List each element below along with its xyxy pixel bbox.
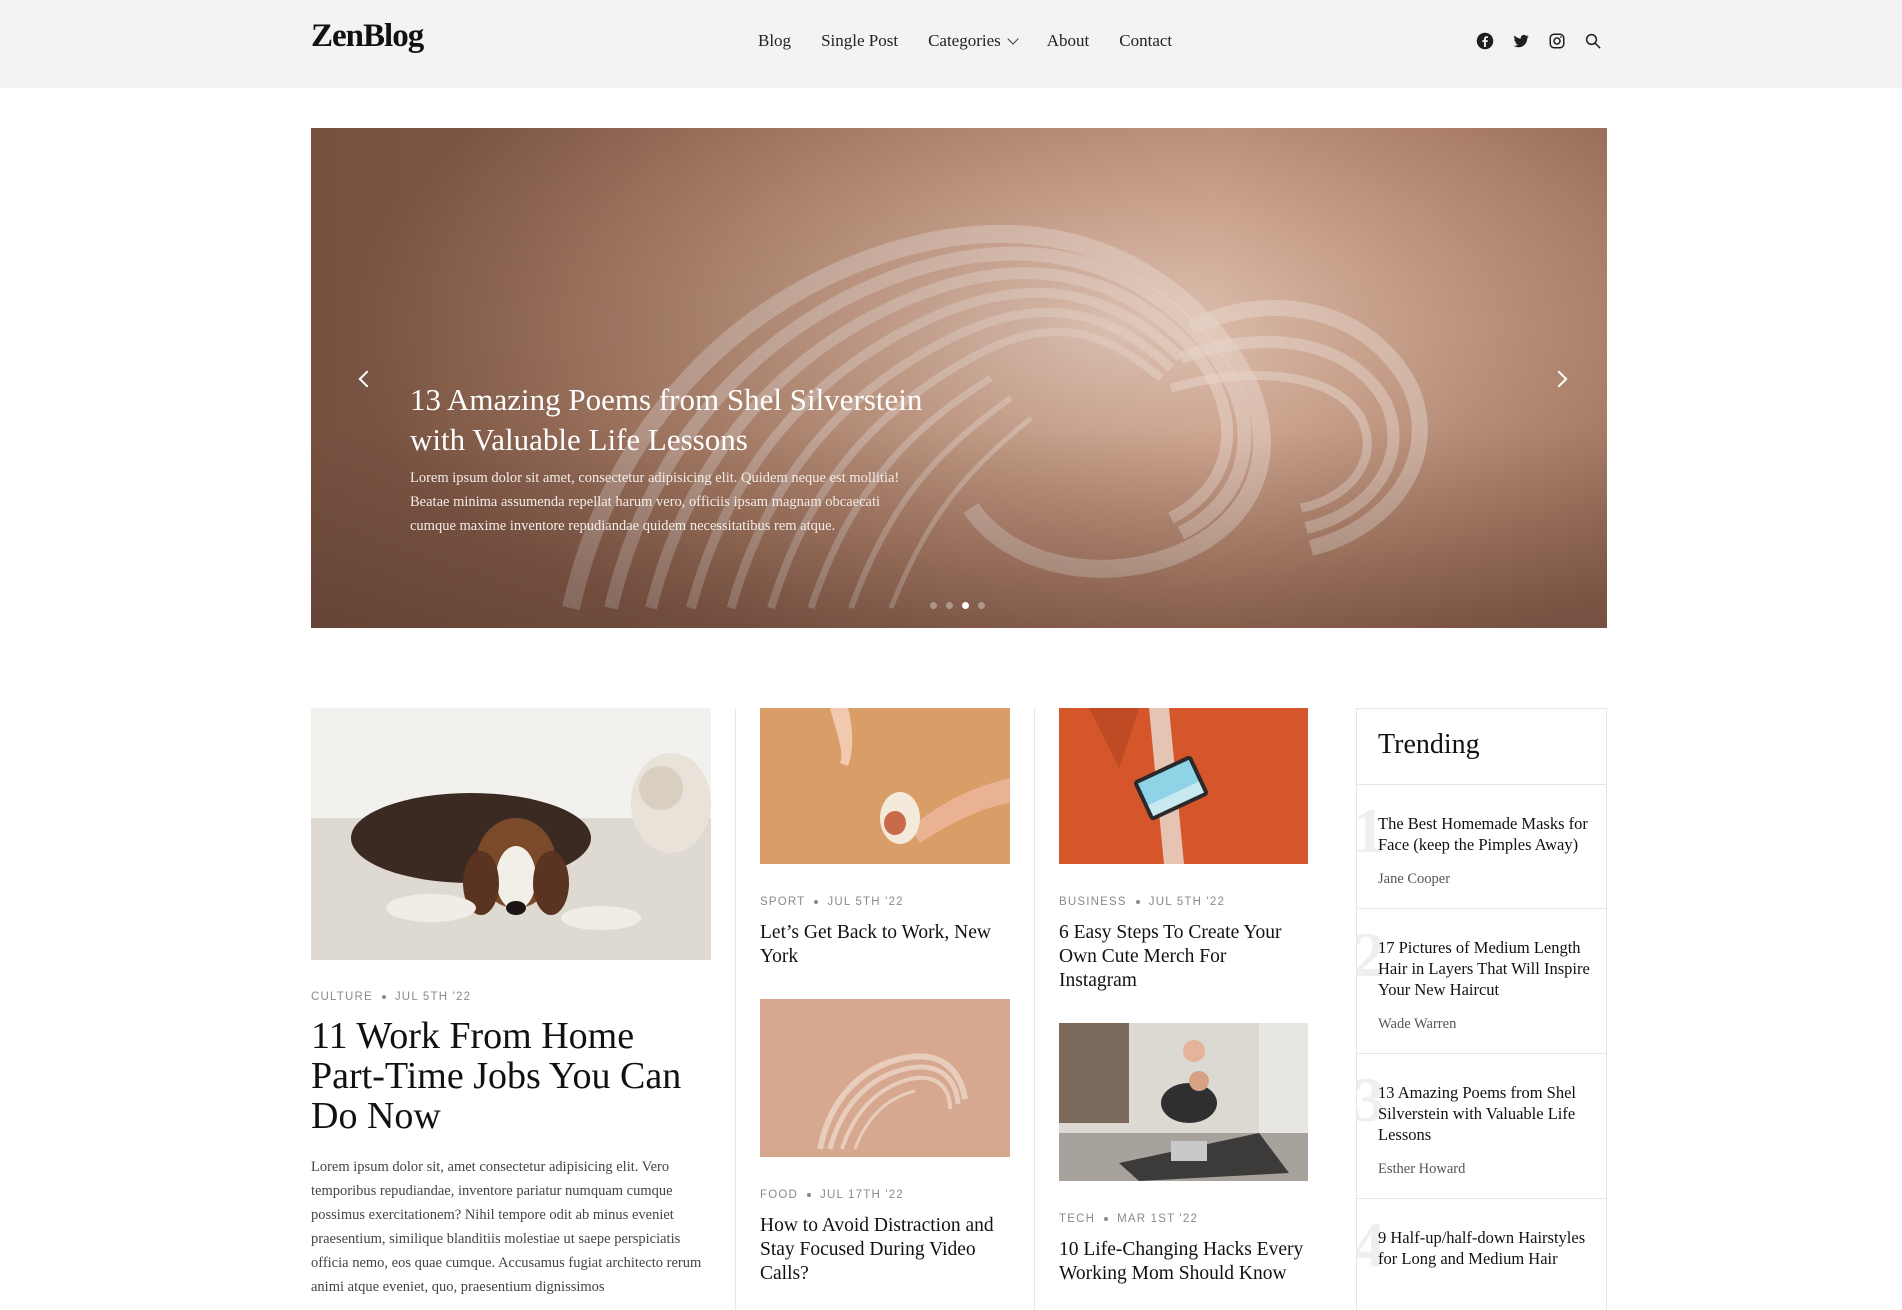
slider-dot[interactable] — [930, 602, 937, 609]
trending-author: Jane Cooper — [1378, 871, 1451, 887]
featured-post-excerpt: Lorem ipsum dolor sit, amet consectetur … — [311, 1159, 702, 1295]
post-category[interactable]: Culture — [311, 991, 373, 1003]
slider-dot-active[interactable] — [962, 602, 969, 609]
trending-title[interactable]: 17 Pictures of Medium Length Hair in Lay… — [1378, 937, 1590, 1000]
post-image-sport[interactable] — [760, 708, 1010, 864]
trending-item[interactable]: 3 13 Amazing Poems from Shel Silverstein… — [1357, 1054, 1606, 1199]
chevron-right-icon — [1550, 370, 1568, 388]
trending-title[interactable]: 9 Half-up/half-down Hairstyles for Long … — [1378, 1227, 1590, 1269]
featured-post-title[interactable]: 11 Work From Home Part-Time Jobs You Can… — [311, 1016, 711, 1136]
nav-item-label: Contact — [1119, 31, 1173, 50]
facebook-icon[interactable] — [1476, 32, 1494, 50]
twitter-icon[interactable] — [1512, 32, 1530, 50]
family-workout-image — [1059, 1023, 1308, 1181]
slider-dot[interactable] — [946, 602, 953, 609]
trending-title[interactable]: The Best Homemade Masks for Face (keep t… — [1378, 813, 1590, 855]
post-category[interactable]: Sport — [760, 896, 805, 908]
trending-item[interactable]: 2 17 Pictures of Medium Length Hair in L… — [1357, 909, 1606, 1054]
post-title[interactable]: 6 Easy Steps To Create Your Own Cute Mer… — [1059, 921, 1309, 993]
post-image-tech[interactable] — [1059, 1023, 1308, 1181]
meta-separator — [381, 995, 386, 999]
nav-item-label: Categories — [928, 31, 1001, 50]
post-title[interactable]: 10 Life-Changing Hacks Every Working Mom… — [1059, 1238, 1309, 1286]
chevron-left-icon — [358, 370, 376, 388]
post-category[interactable]: Business — [1059, 896, 1127, 908]
cake-handoff-image — [760, 708, 1010, 864]
post-image-business[interactable] — [1059, 708, 1308, 864]
nav-item-label: Single Post — [821, 31, 899, 50]
featured-post-meta: Culture Jul 5th '22 — [311, 991, 471, 1003]
column-divider — [1034, 708, 1035, 1310]
trending-author: Wade Warren — [1378, 1016, 1457, 1032]
meta-separator — [1104, 1217, 1109, 1221]
chevron-down-icon — [1007, 33, 1019, 45]
nav-item-about[interactable]: About — [1047, 31, 1090, 51]
hero-title[interactable]: 13 Amazing Poems from Shel Silverstein w… — [410, 380, 930, 460]
column-divider — [735, 708, 736, 1310]
abstract-paper-image — [760, 999, 1010, 1157]
main-nav: Blog Single Post Categories About Contac… — [758, 31, 1172, 51]
meta-separator — [807, 1193, 812, 1197]
trending-sidebar: Trending 1 The Best Homemade Masks for F… — [1356, 708, 1607, 1310]
trending-author: Esther Howard — [1378, 1161, 1466, 1177]
trending-item[interactable]: 4 9 Half-up/half-down Hairstyles for Lon… — [1357, 1199, 1606, 1289]
nav-item-label: Blog — [758, 31, 792, 50]
trending-item[interactable]: 1 The Best Homemade Masks for Face (keep… — [1357, 785, 1606, 909]
featured-post-image[interactable] — [311, 708, 711, 960]
hero-slider[interactable]: 13 Amazing Poems from Shel Silverstein w… — [311, 128, 1607, 628]
hero-excerpt: Lorem ipsum dolor sit amet, consectetur … — [410, 470, 900, 534]
tablet-on-track-image — [1059, 708, 1308, 864]
nav-item-single-post[interactable]: Single Post — [821, 31, 898, 51]
post-date: Jul 5th '22 — [394, 991, 472, 1003]
site-logo[interactable]: ZenBlog — [311, 18, 424, 55]
post-image-food[interactable] — [760, 999, 1010, 1157]
post-category[interactable]: Tech — [1059, 1213, 1095, 1225]
post-date: Mar 1st '22 — [1117, 1213, 1199, 1225]
post-meta: Sport Jul 5th '22 — [760, 896, 904, 908]
slider-dots — [930, 602, 985, 609]
nav-item-contact[interactable]: Contact — [1119, 31, 1172, 51]
meta-separator — [814, 900, 819, 904]
beagle-puppy-image — [311, 708, 711, 960]
post-meta: Tech Mar 1st '22 — [1059, 1213, 1198, 1225]
hero-overlay — [311, 128, 1607, 628]
post-date: Jul 5th '22 — [827, 896, 904, 908]
nav-item-blog[interactable]: Blog — [758, 31, 791, 51]
post-title[interactable]: Let’s Get Back to Work, New York — [760, 921, 1010, 969]
meta-separator — [1135, 900, 1140, 904]
social-links — [1476, 32, 1602, 50]
post-date: Jul 17th '22 — [820, 1189, 904, 1201]
trending-heading: Trending — [1357, 709, 1606, 785]
search-icon[interactable] — [1584, 32, 1602, 50]
post-date: Jul 5th '22 — [1148, 896, 1226, 908]
nav-item-categories[interactable]: Categories — [928, 31, 1019, 51]
slider-prev-button[interactable] — [355, 368, 379, 392]
trending-title[interactable]: 13 Amazing Poems from Shel Silverstein w… — [1378, 1082, 1590, 1145]
instagram-icon[interactable] — [1548, 32, 1566, 50]
post-category[interactable]: Food — [760, 1189, 798, 1201]
post-title[interactable]: How to Avoid Distraction and Stay Focuse… — [760, 1214, 1010, 1286]
slider-next-button[interactable] — [1550, 368, 1575, 392]
site-header: ZenBlog Blog Single Post Categories Abou… — [0, 0, 1902, 88]
post-meta: Food Jul 17th '22 — [760, 1189, 904, 1201]
post-meta: Business Jul 5th '22 — [1059, 896, 1225, 908]
slider-dot[interactable] — [978, 602, 985, 609]
nav-item-label: About — [1046, 31, 1090, 50]
